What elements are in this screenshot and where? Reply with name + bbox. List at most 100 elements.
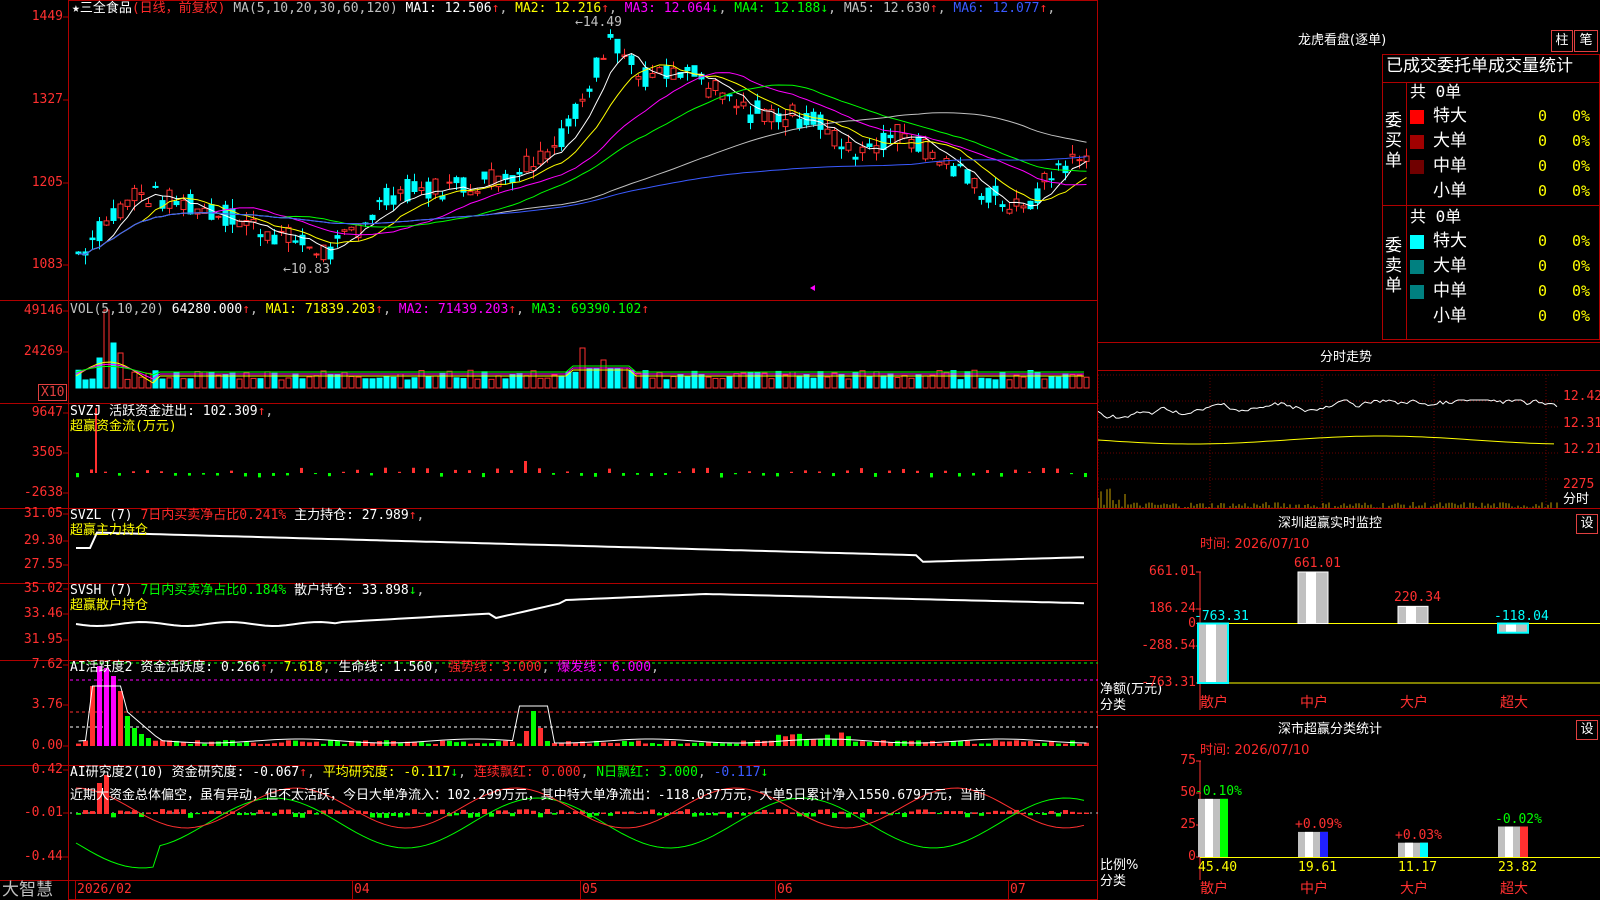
volume-bar: [110, 342, 117, 389]
ai2-bar: [1007, 810, 1012, 814]
cursor-marker: [810, 285, 815, 291]
svzj-bar: [1084, 473, 1087, 478]
svzj-bar: [734, 473, 737, 475]
ai2-bar: [622, 811, 627, 814]
stats-change-label: -0.02%: [1495, 811, 1542, 827]
ai1-bar: [531, 711, 536, 746]
volume-bar: [551, 374, 558, 389]
ai1-bar: [496, 741, 501, 746]
ai2-bar: [510, 813, 515, 817]
volume-bar: [866, 375, 873, 389]
order-swatch: [1410, 135, 1424, 149]
ai2-bar: [853, 812, 858, 814]
ai2-bar: [993, 810, 998, 814]
volume-bar: [229, 372, 236, 389]
candle: [684, 66, 691, 71]
ai2-bar: [643, 811, 648, 814]
tick-mode-button[interactable]: 笔: [1574, 30, 1598, 52]
candle: [796, 118, 803, 129]
svzj-bar: [930, 473, 933, 478]
ai1-bar: [671, 741, 676, 746]
ai1-bar: [90, 686, 95, 746]
svzj-bar: [692, 468, 695, 473]
candle: [1069, 153, 1076, 157]
volume-bar: [684, 376, 691, 389]
ai2-bar: [1035, 813, 1040, 815]
stock-name[interactable]: ★三全食品: [72, 1, 132, 16]
stats-bar-shine: [1205, 798, 1213, 857]
candle: [873, 145, 880, 154]
order-row-count: 0: [1538, 157, 1548, 175]
monitor-bar-label: 220.34: [1394, 590, 1441, 606]
ma-arrow-4: ↓: [820, 1, 829, 16]
ai2-bar: [328, 809, 333, 814]
volume-bar: [362, 378, 369, 389]
bar-mode-button[interactable]: 柱: [1551, 30, 1573, 52]
period-label: (日线，前复权): [131, 1, 226, 16]
ai1-bar: [272, 743, 277, 746]
volume-bar: [278, 379, 285, 389]
volume-bar: [124, 378, 131, 389]
monitor-settings-button[interactable]: 设: [1576, 514, 1598, 534]
ma-line-10: [78, 64, 1087, 255]
candle: [89, 237, 96, 241]
candle: [887, 134, 894, 139]
candle: [390, 195, 397, 205]
ai2-bar: [188, 813, 193, 818]
svzj-bar: [552, 473, 555, 475]
ai2-bar: [559, 810, 564, 814]
candle: [117, 203, 124, 219]
ai2-bar: [398, 813, 403, 818]
order-row-label: 小单: [1433, 306, 1467, 326]
order-stats-tab[interactable]: 已成交委托单成交量统计: [1386, 57, 1600, 76]
ai2-bar: [489, 813, 494, 817]
ai1-v4: 强势线: 3.000: [447, 660, 542, 675]
svzj-bar: [650, 473, 653, 477]
stats-change-label: -0.10%: [1195, 783, 1242, 799]
ai1-bar: [146, 738, 151, 746]
candle: [215, 215, 222, 218]
ai2-bar: [706, 813, 711, 816]
order-row-count: 0: [1538, 232, 1548, 250]
ai1-bar: [643, 743, 648, 746]
svzj-bar: [244, 473, 247, 477]
ai2-bar: [776, 809, 781, 814]
svzj-bar: [958, 473, 961, 477]
volume-bar: [558, 375, 565, 389]
ai2-bar: [440, 809, 445, 814]
svzj-bar: [832, 473, 835, 477]
candle: [866, 143, 873, 148]
ai1-bar: [209, 741, 214, 746]
fs-axis-label: 分时: [1563, 492, 1590, 507]
ai2-bar: [566, 812, 571, 814]
volume-bar: [950, 370, 957, 389]
volume-bar: [1006, 379, 1013, 389]
volume-bar: [544, 377, 551, 389]
vol-arrow-2: ↑: [508, 302, 517, 317]
candle: [138, 192, 145, 195]
svzj-arrow: ↑: [257, 404, 266, 419]
volume-bar: [285, 377, 292, 389]
volume-bar: [1076, 374, 1083, 389]
volume-bar: [474, 378, 481, 389]
candle: [551, 145, 558, 148]
candle: [656, 67, 663, 74]
ai1-bar: [608, 742, 613, 746]
ai1-bar: [489, 743, 494, 746]
candle: [838, 146, 845, 150]
volume-bar: [460, 378, 467, 389]
ai2-bar: [405, 813, 410, 816]
volume-bar: [726, 376, 733, 389]
ai1-bar: [342, 743, 347, 746]
ai1-bar: [678, 743, 683, 746]
candle: [376, 199, 383, 203]
svzj-bar: [272, 473, 275, 476]
stats-settings-button[interactable]: 设: [1576, 720, 1598, 740]
monitor-cat-label: 中户: [1300, 695, 1328, 711]
candle: [978, 195, 985, 200]
volume-bar: [936, 370, 943, 389]
ai1-bar: [265, 743, 270, 746]
candle: [572, 103, 579, 119]
order-swatch: [1410, 235, 1424, 249]
ai1-bar: [293, 740, 298, 746]
